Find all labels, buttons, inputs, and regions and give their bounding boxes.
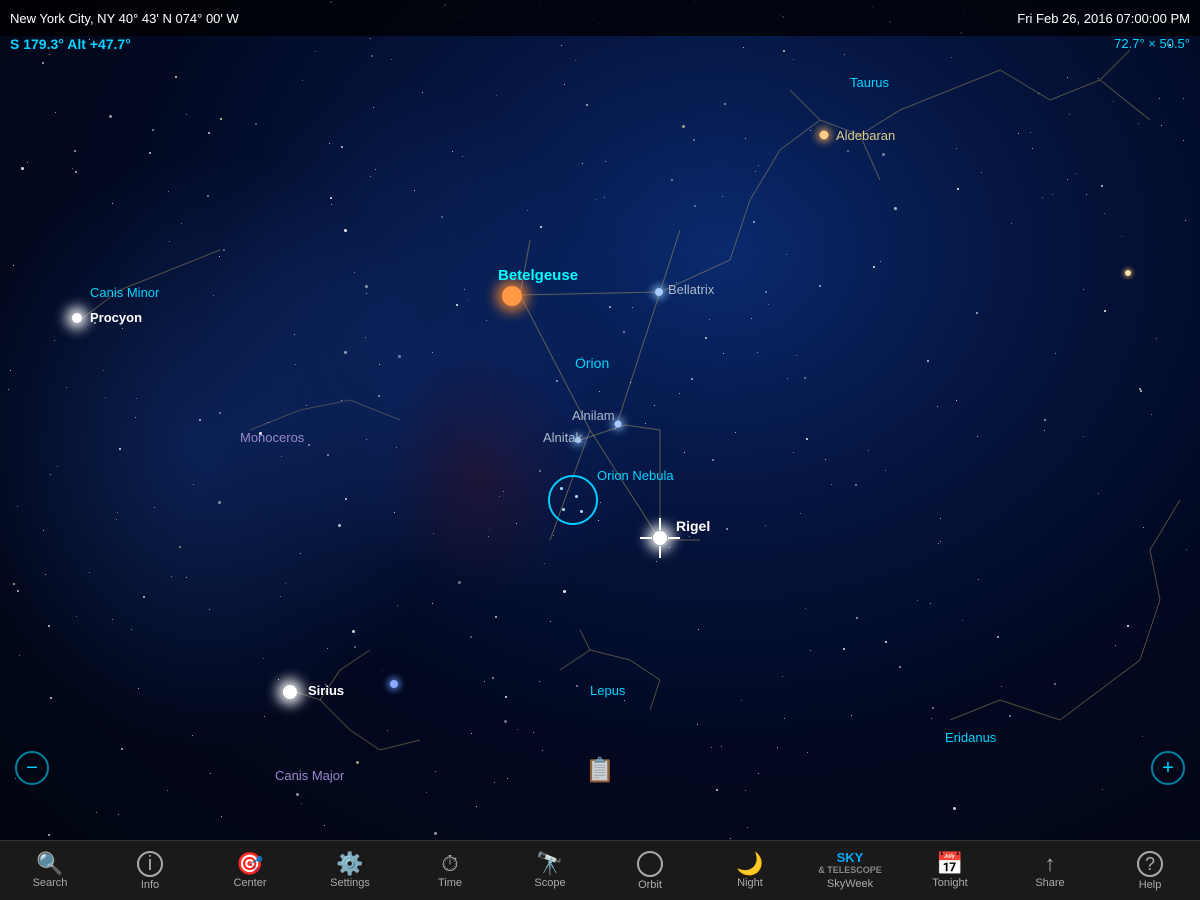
scope-label: Scope [534, 878, 565, 889]
info-icon: i [137, 851, 163, 877]
help-icon: ? [1137, 851, 1163, 877]
toolbar-skyweek[interactable]: SKY& TELESCOPE SkyWeek [800, 841, 900, 900]
time-icon: ⏱ [441, 853, 458, 875]
notes-icon: 📋 [585, 757, 615, 784]
label-bellatrix: Bellatrix [668, 282, 714, 297]
datetime-display: Fri Feb 26, 2016 07:00:00 PM [1017, 11, 1190, 26]
toolbar: 🔍 Search i Info 🎯 Center ⚙️ Settings ⏱ T… [0, 840, 1200, 900]
toolbar-center[interactable]: 🎯 Center [200, 841, 300, 900]
zoom-minus-icon: − [26, 757, 38, 780]
time-label: Time [438, 878, 462, 889]
toolbar-night[interactable]: 🌙 Night [700, 841, 800, 900]
help-label: Help [1139, 880, 1162, 891]
night-icon: 🌙 [736, 853, 763, 875]
zoom-plus-button[interactable]: + [1151, 751, 1185, 785]
label-taurus: Taurus [850, 75, 889, 90]
star-alnitak[interactable] [575, 437, 581, 443]
label-eridanus: Eridanus [945, 730, 996, 745]
scope-icon: 🔭 [536, 853, 563, 875]
sun-azimuth-display: S 179.3° Alt +47.7° [10, 36, 131, 52]
view-size-display: 72.7° × 50.5° [1114, 36, 1190, 51]
toolbar-search[interactable]: 🔍 Search [0, 841, 100, 900]
settings-label: Settings [330, 878, 370, 889]
search-icon: 🔍 [36, 853, 63, 875]
toolbar-share[interactable]: ↑ Share [1000, 841, 1100, 900]
center-icon: 🎯 [236, 853, 263, 875]
toolbar-help[interactable]: ? Help [1100, 841, 1200, 900]
crosshair-bottom [659, 546, 661, 558]
zoom-minus-button[interactable]: − [15, 751, 49, 785]
skyweek-label: SkyWeek [827, 879, 873, 890]
toolbar-time[interactable]: ⏱ Time [400, 841, 500, 900]
star-betelgeuse[interactable] [502, 286, 522, 306]
star-sirius[interactable] [283, 685, 297, 699]
night-label: Night [737, 878, 763, 889]
search-label: Search [33, 878, 68, 889]
toolbar-scope[interactable]: 🔭 Scope [500, 841, 600, 900]
center-label: Center [233, 878, 266, 889]
crosshair-top [659, 518, 661, 530]
label-canis-major: Canis Major [275, 768, 344, 783]
share-label: Share [1035, 878, 1064, 889]
toolbar-info[interactable]: i Info [100, 841, 200, 900]
tonight-icon: 📅 [936, 853, 963, 875]
star-aldebaran[interactable] [820, 131, 829, 140]
notes-button[interactable]: 📋 [585, 756, 615, 785]
toolbar-settings[interactable]: ⚙️ Settings [300, 841, 400, 900]
star-procyon[interactable] [72, 313, 82, 323]
star-rigel[interactable] [653, 531, 667, 545]
orbit-label: Orbit [638, 880, 662, 891]
toolbar-tonight[interactable]: 📅 Tonight [900, 841, 1000, 900]
tonight-label: Tonight [932, 878, 967, 889]
toolbar-orbit[interactable]: Orbit [600, 841, 700, 900]
settings-icon: ⚙️ [336, 853, 363, 875]
orion-nebula-indicator [548, 475, 598, 525]
label-aldebaran: Aldebaran [836, 128, 895, 143]
label-rigel: Rigel [676, 518, 710, 534]
crosshair-left [640, 537, 652, 539]
info-overlay: S 179.3° Alt +47.7° [10, 36, 131, 52]
header-bar: New York City, NY 40° 43' N 074° 00' W F… [0, 0, 1200, 36]
zoom-plus-icon: + [1162, 757, 1174, 780]
info-label: Info [141, 880, 159, 891]
orbit-icon [637, 851, 663, 877]
share-icon: ↑ [1045, 853, 1056, 875]
star-alnilam[interactable] [615, 421, 622, 428]
skyweek-brand: SKY& TELESCOPE [818, 851, 882, 875]
crosshair-right [668, 537, 680, 539]
sky-map[interactable]: // Generate random stars programmaticall… [0, 0, 1200, 840]
location-display: New York City, NY 40° 43' N 074° 00' W [10, 11, 239, 26]
label-lepus: Lepus [590, 683, 625, 698]
star-bellatrix[interactable] [655, 288, 663, 296]
